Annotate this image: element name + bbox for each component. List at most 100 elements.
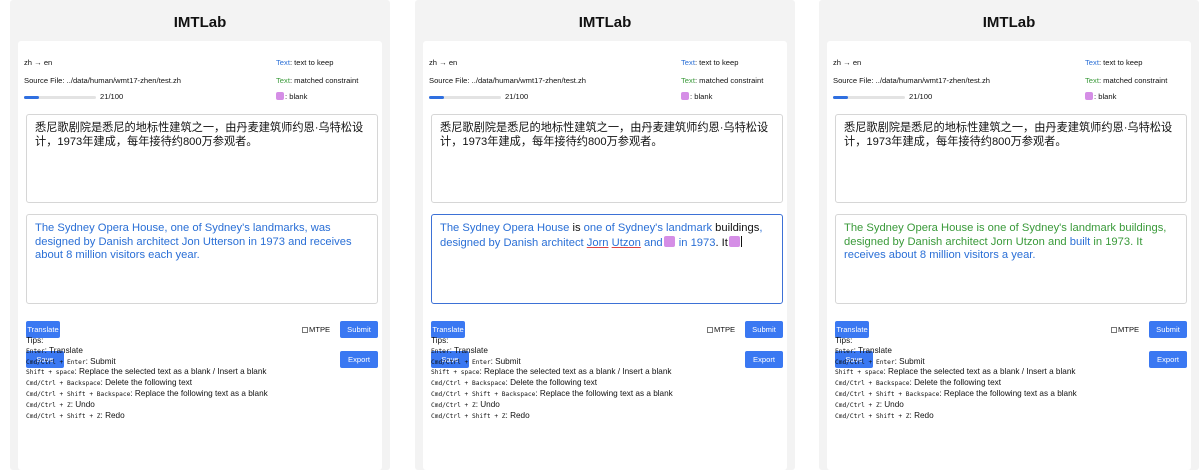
blank-swatch-icon	[681, 92, 689, 100]
shortcut-desc: : Delete the following text	[909, 378, 1001, 388]
mtpe-label: MTPE	[309, 325, 331, 334]
legend-blank-label: : blank	[690, 92, 713, 101]
source-file-path: Source File: ../data/human/wmt17-zhen/te…	[833, 76, 991, 85]
legend-text-to-keep: Text: text to keep	[276, 58, 333, 67]
translation-segment: in 1973	[675, 236, 716, 249]
app-title: IMTLab	[578, 14, 632, 31]
shortcut-key: Cmd/Ctrl + Enter	[431, 358, 491, 366]
legend-matched-constraint-label: : matched constraint	[694, 76, 764, 85]
legend-text-to-keep: Text: text to keep	[681, 58, 738, 67]
tip-line: Shift + space: Replace the selected text…	[835, 367, 1077, 378]
checkbox-unchecked-icon[interactable]	[302, 326, 308, 333]
export-button[interactable]: Export	[1149, 351, 1187, 368]
tip-line: Cmd/Ctrl + Z: Undo	[835, 400, 1077, 411]
legend-text-key-blue: Text	[1085, 58, 1099, 67]
translation-segment: designed by Danish architect	[440, 236, 587, 249]
translation-segment: . It	[715, 236, 728, 249]
legend-text-key-green: Text	[1085, 76, 1099, 85]
shortcut-desc: : Redo	[100, 410, 125, 420]
legend-matched-constraint-label: : matched constraint	[289, 76, 359, 85]
tip-line: Cmd/Ctrl + Enter: Submit	[835, 357, 1077, 368]
source-textbox[interactable]: 悉尼歌剧院是悉尼的地标性建筑之一，由丹麦建筑师约恩·乌特松设计，1973年建成，…	[835, 114, 1187, 203]
mtpe-toggle[interactable]: MTPE	[1111, 325, 1139, 334]
shortcut-key: Cmd/Ctrl + Z	[835, 401, 880, 409]
shortcut-key: Cmd/Ctrl + Shift + Backspace	[431, 390, 536, 398]
progress-fill	[833, 96, 849, 99]
shortcut-desc: : Submit	[85, 356, 116, 366]
tip-line: Shift + space: Replace the selected text…	[431, 367, 673, 378]
shortcut-desc: : Replace the selected text as a blank /…	[74, 367, 267, 377]
legend-text-key-blue: Text	[681, 58, 695, 67]
source-file-path: Source File: ../data/human/wmt17-zhen/te…	[24, 76, 182, 85]
translation-textbox[interactable]: The Sydney Opera House is one of Sydney'…	[835, 214, 1187, 304]
shortcut-desc: : Submit	[490, 356, 521, 366]
shortcut-desc: : Delete the following text	[505, 378, 597, 388]
shortcut-desc: : Submit	[894, 356, 925, 366]
legend-text-key-green: Text	[276, 76, 290, 85]
submit-button[interactable]: Submit	[1149, 321, 1187, 338]
blank-swatch-icon	[1085, 92, 1093, 100]
text-caret	[740, 235, 742, 247]
shortcut-key: Cmd/Ctrl + Z	[431, 401, 476, 409]
progress-label: 21/100	[909, 92, 933, 101]
export-button[interactable]: Export	[745, 351, 783, 368]
translation-textbox[interactable]: The Sydney Opera House is one of Sydney'…	[431, 214, 783, 304]
translation-segment: Jorn	[586, 236, 609, 249]
tip-line: Cmd/Ctrl + Backspace: Delete the followi…	[431, 378, 673, 389]
progress-bar	[429, 96, 501, 99]
translation-segment: The Sydney Opera House, one of Sydney's …	[35, 222, 352, 261]
shortcut-key: Cmd/Ctrl + Shift + Backspace	[835, 390, 940, 398]
shortcut-key: Enter	[26, 347, 45, 355]
translation-segment: built	[1069, 235, 1091, 248]
legend-text-to-keep-label: : text to keep	[694, 58, 739, 67]
tip-line: Cmd/Ctrl + Shift + Backspace: Replace th…	[835, 389, 1077, 400]
submit-button[interactable]: Submit	[340, 321, 378, 338]
translation-textbox[interactable]: The Sydney Opera House, one of Sydney's …	[26, 214, 378, 304]
translation-segment: is	[569, 222, 584, 234]
tips-heading: Tips:	[835, 336, 853, 345]
export-button[interactable]: Export	[340, 351, 378, 368]
progress-label: 21/100	[100, 92, 124, 101]
checkbox-unchecked-icon[interactable]	[1111, 326, 1117, 333]
legend-text-to-keep: Text: text to keep	[1085, 58, 1142, 67]
legend-blank: : blank	[681, 92, 712, 101]
legend-matched-constraint: Text: matched constraint	[1085, 76, 1167, 85]
tips-heading: Tips:	[431, 336, 449, 345]
tip-line: Cmd/Ctrl + Z: Undo	[26, 400, 268, 411]
mtpe-toggle[interactable]: MTPE	[707, 325, 735, 334]
blank-placeholder	[728, 235, 740, 247]
tip-line: Cmd/Ctrl + Backspace: Delete the followi…	[26, 378, 268, 389]
shortcut-key: Cmd/Ctrl + Backspace	[431, 380, 506, 388]
mtpe-label: MTPE	[714, 325, 736, 334]
progress-fill	[24, 96, 40, 99]
source-file-path: Source File: ../data/human/wmt17-zhen/te…	[429, 76, 587, 85]
shortcut-desc: : Translate	[44, 345, 83, 355]
shortcut-key: Cmd/Ctrl + Enter	[26, 358, 86, 366]
shortcut-desc: : Replace the following text as a blank	[535, 388, 673, 398]
tips-section: Tips: Enter: Translate Cmd/Ctrl + Enter:…	[431, 336, 673, 421]
shortcut-desc: : Undo	[70, 399, 95, 409]
shortcut-desc: : Replace the selected text as a blank /…	[883, 367, 1076, 377]
shortcut-key: Cmd/Ctrl + Shift + Z	[835, 412, 910, 420]
submit-button[interactable]: Submit	[745, 321, 783, 338]
shortcut-key: Cmd/Ctrl + Shift + Z	[431, 412, 506, 420]
source-textbox[interactable]: 悉尼歌剧院是悉尼的地标性建筑之一，由丹麦建筑师约恩·乌特松设计，1973年建成，…	[431, 114, 783, 203]
tip-line: Cmd/Ctrl + Shift + Backspace: Replace th…	[26, 389, 268, 400]
tip-line: Cmd/Ctrl + Shift + Z: Redo	[431, 411, 673, 422]
language-pair: zh → en	[24, 58, 53, 67]
source-textbox[interactable]: 悉尼歌剧院是悉尼的地标性建筑之一，由丹麦建筑师约恩·乌特松设计，1973年建成，…	[26, 114, 378, 203]
tips-heading: Tips:	[26, 336, 44, 345]
legend-text-key-blue: Text	[276, 58, 290, 67]
progress-label: 21/100	[505, 92, 529, 101]
progress-fill	[429, 96, 445, 99]
screenshot-row: IMTLab zh → en Source File: ../data/huma…	[0, 0, 1200, 470]
mtpe-toggle[interactable]: MTPE	[302, 325, 330, 334]
shortcut-desc: : Undo	[879, 399, 904, 409]
checkbox-unchecked-icon[interactable]	[707, 326, 713, 333]
blank-swatch-icon	[276, 92, 284, 100]
legend-text-to-keep-label: : text to keep	[1098, 58, 1143, 67]
legend-blank: : blank	[276, 92, 307, 101]
language-pair: zh → en	[833, 58, 862, 67]
shortcut-key: Cmd/Ctrl + Enter	[835, 358, 895, 366]
translation-segment: Utzon	[611, 236, 641, 249]
